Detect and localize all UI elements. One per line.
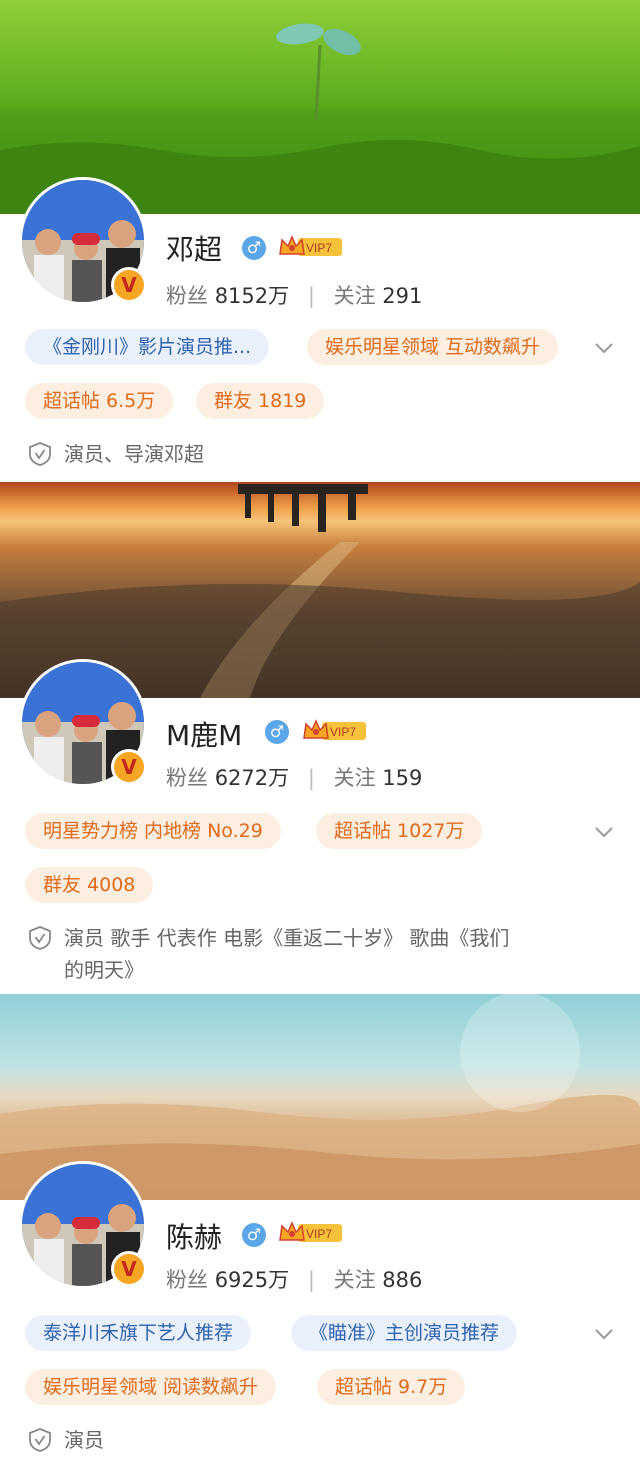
tag-group-fans[interactable]: 群友 4008	[25, 867, 154, 903]
profile-name[interactable]: 邓超	[166, 228, 222, 268]
shield-check-icon	[29, 1428, 51, 1452]
tag-movie-cast[interactable]: 《金刚川》影片演员推...	[25, 329, 270, 365]
follow-label: 关注	[333, 766, 376, 790]
svg-text:VIP7: VIP7	[306, 241, 332, 255]
fans-label: 粉丝	[166, 766, 208, 790]
profile-bio-line-1: 演员 歌手 代表作 电影《重返二十岁》 歌曲《我们	[64, 926, 510, 950]
tag-entertainment-trend[interactable]: 娱乐明星领域 互动数飙升	[307, 329, 559, 365]
vip-badge[interactable]: VIP7	[302, 718, 366, 742]
fans-count[interactable]: 6925万	[215, 1268, 289, 1292]
follow-label: 关注	[333, 1268, 376, 1292]
profile-name[interactable]: 陈赫	[166, 1216, 222, 1256]
stats-row: 粉丝 6925万 | 关注 886	[166, 1268, 423, 1292]
tag-group-fans[interactable]: 群友 1819	[196, 383, 325, 419]
follow-count[interactable]: 886	[382, 1268, 422, 1292]
follow-count[interactable]: 291	[382, 284, 422, 308]
svg-text:VIP7: VIP7	[330, 725, 356, 739]
svg-text:VIP7: VIP7	[306, 1227, 332, 1241]
follow-label: 关注	[333, 284, 376, 308]
chevron-down-icon[interactable]	[592, 336, 616, 360]
verified-badge-icon: V	[111, 749, 147, 785]
tag-super-topic[interactable]: 超话帖 6.5万	[25, 383, 174, 419]
fans-label: 粉丝	[166, 1268, 208, 1292]
stats-row: 粉丝 6272万 | 关注 159	[166, 766, 423, 790]
fans-label: 粉丝	[166, 284, 208, 308]
fans-count[interactable]: 6272万	[215, 766, 289, 790]
chevron-down-icon[interactable]	[592, 1322, 616, 1346]
tag-super-topic[interactable]: 超话帖 9.7万	[317, 1369, 466, 1405]
vip-badge[interactable]: VIP7	[278, 234, 342, 258]
profile-card-3[interactable]: V 陈赫 ♂ VIP7 粉丝 6925万 | 关注 886 泰洋川禾旗下艺人推荐…	[0, 994, 640, 1466]
follow-count[interactable]: 159	[382, 766, 422, 790]
shield-check-icon	[29, 926, 51, 950]
verified-badge-icon: V	[111, 1251, 147, 1287]
vip-badge[interactable]: VIP7	[278, 1220, 342, 1244]
male-gender-icon: ♂	[265, 720, 289, 744]
tag-star-power-rank[interactable]: 明星势力榜 内地榜 No.29	[25, 813, 281, 849]
tag-agency-recommend[interactable]: 泰洋川禾旗下艺人推荐	[25, 1315, 252, 1351]
fans-count[interactable]: 8152万	[215, 284, 289, 308]
profile-bio-line-2: 的明天》	[64, 958, 144, 982]
profile-name[interactable]: M鹿M	[166, 714, 242, 754]
stats-row: 粉丝 8152万 | 关注 291	[166, 284, 423, 308]
tag-movie-cast[interactable]: 《瞄准》主创演员推荐	[291, 1315, 518, 1351]
male-gender-icon: ♂	[242, 236, 266, 260]
shield-check-icon	[29, 442, 51, 466]
profile-bio: 演员	[64, 1428, 104, 1452]
male-gender-icon: ♂	[242, 1223, 266, 1247]
verified-badge-icon: V	[111, 267, 147, 303]
profile-card-2[interactable]: V M鹿M ♂ VIP7 粉丝 6272万 | 关注 159 明星势力榜 内地榜…	[0, 482, 640, 994]
profile-card-1[interactable]: V 邓超 ♂ VIP7 粉丝 8152万 | 关注 291 《金刚川》影片演员推…	[0, 0, 640, 482]
profile-bio: 演员、导演邓超	[64, 442, 204, 466]
tag-super-topic[interactable]: 超话帖 1027万	[316, 813, 483, 849]
chevron-down-icon[interactable]	[592, 820, 616, 844]
tag-entertainment-trend[interactable]: 娱乐明星领域 阅读数飙升	[25, 1369, 277, 1405]
